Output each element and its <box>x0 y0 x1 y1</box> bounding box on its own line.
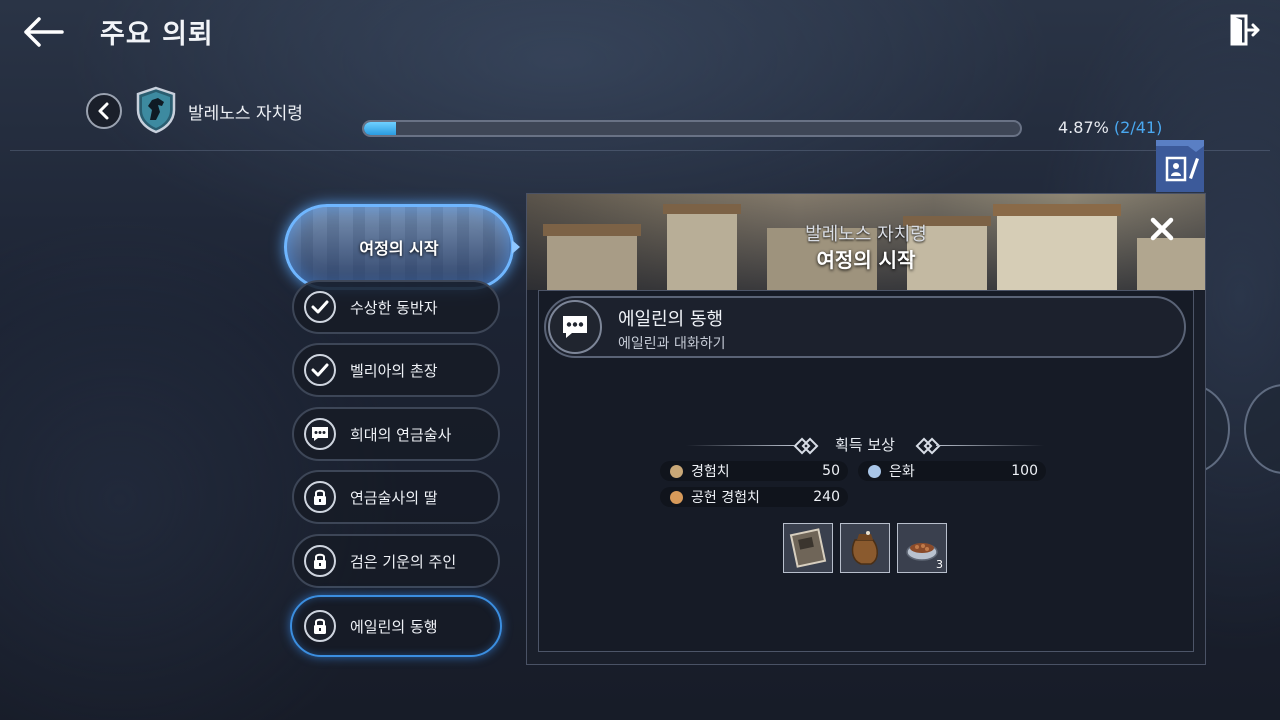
lock-icon <box>304 481 336 513</box>
reward-stat-value: 240 <box>813 489 840 505</box>
reward-divider-right <box>936 445 1044 446</box>
journal-button[interactable] <box>1156 140 1204 192</box>
map-node <box>1244 384 1280 474</box>
pouch-item-icon <box>851 531 878 565</box>
region-progress-bar <box>362 120 1022 137</box>
close-button[interactable] <box>1147 214 1177 244</box>
close-icon <box>1150 217 1174 241</box>
quest-label: 희대의 연금술사 <box>350 425 452 444</box>
reward-divider-left <box>686 445 794 446</box>
reward-item-slot[interactable]: 3 <box>897 523 947 573</box>
active-quest-pointer <box>512 240 520 254</box>
contribution-icon <box>670 490 683 504</box>
reward-stat-value: 50 <box>822 463 840 479</box>
reward-stat-label: 공헌 경험치 <box>691 490 760 506</box>
active-quest-label: 여정의 시작 <box>359 239 439 258</box>
lock-icon <box>304 610 336 642</box>
quest-label: 벨리아의 촌장 <box>350 361 438 380</box>
chevron-left-icon <box>98 102 109 120</box>
horse-crest-icon <box>134 86 178 134</box>
chat-icon <box>304 418 336 450</box>
exit-door-icon <box>1230 14 1260 46</box>
reward-stat-contribution: 공헌 경험치 240 <box>660 487 848 507</box>
reward-stat-exp: 경험치 50 <box>660 461 848 481</box>
region-back-button[interactable] <box>86 93 122 129</box>
check-icon <box>304 354 336 386</box>
quest-label: 검은 기운의 주인 <box>350 552 457 571</box>
quest-item-dark-spirit-master[interactable]: 검은 기운의 주인 <box>292 534 500 588</box>
back-arrow-button[interactable] <box>22 14 66 50</box>
book-item-icon <box>789 528 827 568</box>
quest-label: 연금술사의 딸 <box>350 488 438 507</box>
journal-icon <box>1156 140 1204 192</box>
exp-icon <box>670 464 683 478</box>
progress-count: (2/41) <box>1113 118 1163 137</box>
region-progress-label: 4.87% (2/41) <box>1058 118 1162 137</box>
reward-stat-label: 경험치 <box>691 464 730 480</box>
region-progress-fill <box>364 122 396 135</box>
lock-icon <box>304 545 336 577</box>
reward-heading: 획득 보상 <box>835 436 895 454</box>
reward-item-slot[interactable] <box>840 523 890 573</box>
chat-icon <box>548 300 602 354</box>
quest-item-alchemist-daughter[interactable]: 연금술사의 딸 <box>292 470 500 524</box>
arrow-left-icon <box>24 17 64 47</box>
quest-item-suspicious-companion[interactable]: 수상한 동반자 <box>292 280 500 334</box>
reward-stat-label: 은화 <box>889 464 915 480</box>
quest-item-eilin-companion[interactable]: 에일린의 동행 <box>290 595 502 657</box>
region-name: 발레노스 자치령 <box>188 104 303 124</box>
reward-item-slot[interactable] <box>783 523 833 573</box>
item-count: 3 <box>936 558 943 571</box>
header-divider <box>10 150 1270 151</box>
exit-button[interactable] <box>1224 12 1264 48</box>
check-icon <box>304 291 336 323</box>
quest-label: 에일린의 동행 <box>350 617 438 636</box>
quest-item-velia-chief[interactable]: 벨리아의 촌장 <box>292 343 500 397</box>
quest-label: 수상한 동반자 <box>350 298 438 317</box>
page-title: 주요 의뢰 <box>100 19 214 50</box>
progress-percent: 4.87% <box>1058 118 1109 137</box>
detail-region-name: 발레노스 자치령 <box>805 224 927 245</box>
quest-item-great-alchemist[interactable]: 희대의 연금술사 <box>292 407 500 461</box>
objective-title: 에일린의 동행 <box>618 309 724 330</box>
objective-description: 에일린과 대화하기 <box>618 336 726 352</box>
silver-icon <box>868 464 881 478</box>
detail-quest-title: 여정의 시작 <box>816 248 916 272</box>
reward-stat-silver: 은화 100 <box>858 461 1046 481</box>
reward-stat-value: 100 <box>1011 463 1038 479</box>
active-quest-item[interactable]: 여정의 시작 <box>284 204 514 290</box>
